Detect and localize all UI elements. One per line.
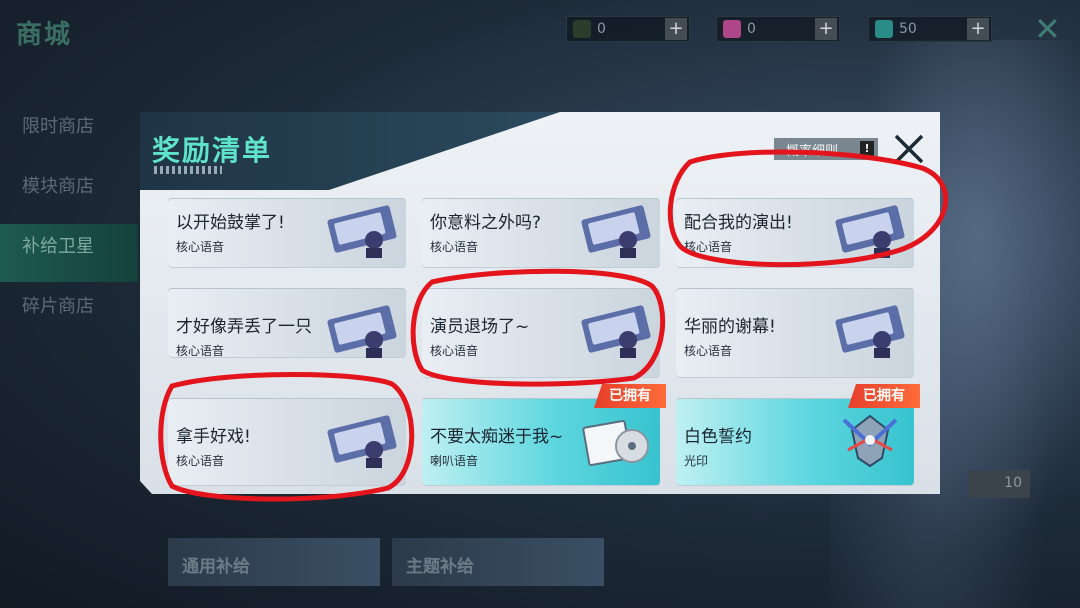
- reward-card[interactable]: 才好像弄丢了一只 核心语音: [168, 288, 406, 358]
- reward-name: 华丽的谢幕!: [684, 317, 776, 337]
- reward-card-owned[interactable]: 白色誓约 光印: [676, 398, 914, 486]
- reward-type: 核心语音: [430, 344, 479, 358]
- reward-card[interactable]: 华丽的谢幕! 核心语音: [676, 288, 914, 378]
- add-pink-button[interactable]: +: [815, 18, 837, 40]
- shop-title: 商城: [16, 20, 73, 50]
- reward-card[interactable]: 你意料之外吗? 核心语音: [422, 198, 660, 268]
- reward-type: 核心语音: [176, 454, 225, 468]
- reward-name: 以开始鼓掌了!: [176, 213, 285, 233]
- voice-card-icon: [835, 205, 905, 258]
- reward-card-owned[interactable]: 不要太痴迷于我~ 喇叭语音: [422, 398, 660, 486]
- currency-teal-icon: [875, 20, 893, 38]
- reward-name: 白色誓约: [684, 427, 752, 447]
- reward-card[interactable]: 拿手好戏! 核心语音: [168, 398, 406, 486]
- sidebar-item-fragment[interactable]: 碎片商店: [0, 284, 138, 342]
- voice-card-icon: [835, 305, 905, 358]
- reward-card[interactable]: 配合我的演出! 核心语音: [676, 198, 914, 268]
- reward-name: 配合我的演出!: [684, 213, 793, 233]
- currency-pink-icon: [723, 20, 741, 38]
- reward-type: 光印: [684, 454, 709, 468]
- sidebar-item-module[interactable]: 模块商店: [0, 164, 138, 222]
- shop-close-icon[interactable]: ✕: [1034, 13, 1061, 45]
- voice-card-icon: [581, 205, 651, 258]
- reward-name: 才好像弄丢了一只: [176, 317, 312, 337]
- tab-general-supply[interactable]: 通用补给: [168, 538, 380, 586]
- voice-card-icon: [327, 205, 397, 258]
- voice-card-icon: [327, 305, 397, 358]
- resource-pink-value: 0: [747, 21, 756, 37]
- title-deco-bar: [154, 166, 222, 174]
- resource-green-value: 0: [597, 21, 606, 37]
- reward-name: 演员退场了~: [430, 317, 530, 337]
- reward-card[interactable]: 以开始鼓掌了! 核心语音: [168, 198, 406, 268]
- info-icon: !: [860, 141, 874, 157]
- modal-title: 奖励清单: [152, 134, 273, 167]
- voice-card-icon: [327, 415, 397, 468]
- resource-teal: 50 +: [868, 16, 992, 42]
- reward-type: 核心语音: [176, 344, 225, 358]
- rules-label: 概率细则: [786, 144, 839, 159]
- reward-type: 核心语音: [684, 240, 733, 254]
- reward-grid: 以开始鼓掌了! 核心语音 你意料之外吗? 核心语音 配合我的演出! 核心语音 才…: [168, 198, 920, 486]
- reward-type: 核心语音: [430, 240, 479, 254]
- emblem-icon: [842, 414, 898, 468]
- currency-green-icon: [573, 20, 591, 38]
- reward-name: 不要太痴迷于我~: [430, 427, 564, 447]
- tab-theme-supply[interactable]: 主题补给: [392, 538, 604, 586]
- reward-type: 核心语音: [176, 240, 225, 254]
- resource-pink: 0 +: [716, 16, 840, 42]
- reward-name: 拿手好戏!: [176, 427, 251, 447]
- resource-teal-value: 50: [899, 21, 917, 37]
- add-teal-button[interactable]: +: [967, 18, 989, 40]
- sidebar-item-supply[interactable]: 补给卫星: [0, 224, 138, 282]
- reward-type: 喇叭语音: [430, 454, 479, 468]
- probability-rules-button[interactable]: 概率细则 !: [774, 138, 878, 160]
- close-icon[interactable]: [890, 132, 928, 168]
- reward-card[interactable]: 演员退场了~ 核心语音: [422, 288, 660, 378]
- reward-name: 你意料之外吗?: [430, 213, 542, 233]
- cd-player-icon: [582, 419, 649, 467]
- resource-green: 0 +: [566, 16, 690, 42]
- sidebar-item-limited[interactable]: 限时商店: [0, 104, 138, 162]
- add-green-button[interactable]: +: [665, 18, 687, 40]
- owned-badge: 已拥有: [848, 384, 920, 408]
- owned-badge: 已拥有: [594, 384, 666, 408]
- count-display: 10: [968, 470, 1030, 498]
- voice-card-icon: [581, 305, 651, 358]
- reward-type: 核心语音: [684, 344, 733, 358]
